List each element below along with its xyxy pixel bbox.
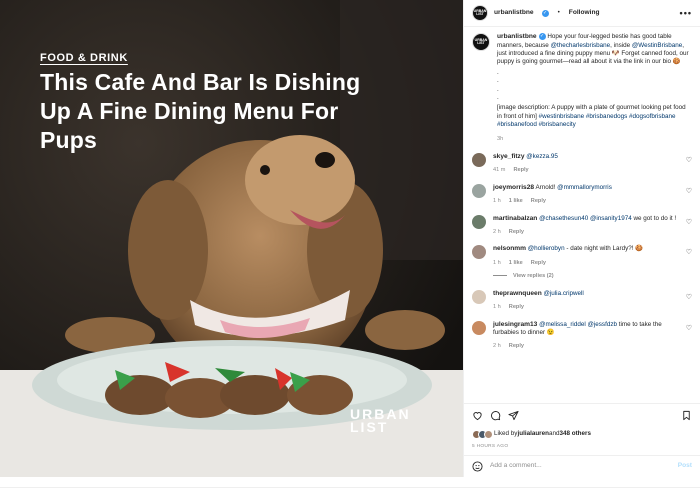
caption-dots: . . . . — [497, 68, 499, 102]
reply-button[interactable]: Reply — [531, 198, 546, 204]
likes-summary: Liked by julialauren and 348 others — [464, 427, 700, 441]
caption-mention[interactable]: @WestinBrisbane — [632, 42, 682, 49]
post-actions-bar — [464, 403, 700, 427]
add-comment-input[interactable]: Add a comment... — [490, 462, 542, 470]
comment-text: - date night with Lardy?! 🍪 — [564, 245, 644, 253]
likes-count[interactable]: 348 others — [559, 430, 591, 438]
caption-username[interactable]: urbanlistbne — [497, 33, 537, 40]
commenter-avatar[interactable] — [472, 245, 486, 260]
comment-text: we got to do it ! — [631, 214, 677, 222]
comment-mention[interactable]: @hollierobyn — [528, 245, 565, 252]
comment-username[interactable]: joeymorris28 — [493, 184, 534, 191]
commenter-avatar[interactable] — [472, 320, 486, 335]
commenter-avatar[interactable] — [472, 183, 486, 198]
comment-mention[interactable]: @kezza.95 — [526, 153, 558, 160]
verified-badge-icon: ✓ — [538, 33, 546, 40]
liker-username[interactable]: julialauren — [517, 430, 549, 438]
likes-prefix: Liked by — [494, 429, 518, 437]
post-image[interactable]: FOOD & DRINK This Cafe And Bar Is Dishin… — [0, 0, 463, 477]
liker-avatars[interactable] — [472, 429, 493, 439]
comment-likes[interactable]: 1 like — [509, 260, 523, 266]
commenter-avatar[interactable] — [472, 153, 486, 168]
comment-username[interactable]: julesingram13 — [493, 321, 537, 328]
save-bookmark-icon[interactable] — [681, 410, 692, 421]
verified-badge-icon: ✓ — [541, 9, 549, 17]
urban-list-logo: URBAN LIST — [350, 407, 411, 435]
comment-likes[interactable]: 1 like — [509, 198, 523, 204]
comment-mention[interactable]: @chasethesun40 — [539, 215, 588, 222]
comment-row: julesingram13 @melissa_riddel @jessfdzb … — [472, 320, 692, 351]
like-comment-heart-icon[interactable]: ♡ — [686, 325, 692, 333]
caption-mention[interactable]: @thecharlesbrisbane — [551, 42, 611, 49]
comment-username[interactable]: theprawnqueen — [493, 290, 542, 297]
reply-button[interactable]: Reply — [513, 167, 528, 173]
header-username[interactable]: urbanlistbne — [494, 9, 534, 17]
comment-time: 1 h — [493, 198, 501, 205]
comment-row: joeymorris28 Arnold! @mmmallorymorris 1 … — [472, 183, 692, 206]
reply-button[interactable]: Reply — [531, 260, 546, 266]
comment-time: 1 h — [493, 259, 501, 266]
header-separator: • — [557, 8, 560, 16]
commenter-avatar[interactable] — [472, 289, 486, 304]
logo-line-2: LIST — [350, 419, 389, 435]
caption-time: 3h — [497, 135, 504, 142]
comment-row: theprawnqueen @julia.cripwell 1 h Reply ♡ — [472, 289, 692, 312]
like-comment-heart-icon[interactable]: ♡ — [686, 157, 692, 165]
comment-text: Arnold! — [534, 183, 558, 191]
comment-row: skye_fitzy @kezza.95 41 m Reply ♡ — [472, 153, 692, 175]
comment-username[interactable]: skye_fitzy — [493, 153, 525, 160]
post-caption: URBAN LIST urbanlistbne ✓ Hope your four-l… — [472, 33, 692, 143]
reply-button[interactable]: Reply — [509, 229, 524, 235]
comment-time: 2 h — [493, 229, 501, 236]
more-options-icon[interactable]: ••• — [680, 8, 692, 17]
view-replies-button[interactable]: View replies (2) — [493, 272, 692, 280]
reply-button[interactable]: Reply — [509, 343, 524, 349]
comment-mention[interactable]: @mmmallorymorris — [557, 184, 612, 191]
post-comment-button[interactable]: Post — [678, 462, 692, 470]
comment-row: nelsonmm @hollierobyn - date night with … — [472, 245, 692, 267]
article-headline: This Cafe And Bar Is Dishing Up A Fine D… — [40, 69, 361, 153]
post-header: URBAN LIST urbanlistbne ✓ • Following ••… — [464, 0, 700, 27]
emoji-icon[interactable] — [472, 461, 483, 472]
following-button[interactable]: Following — [569, 9, 600, 17]
post-time-ago: 5 HOURS AGO — [472, 444, 509, 449]
caption-avatar[interactable]: URBAN LIST — [472, 33, 490, 51]
reply-button[interactable]: Reply — [509, 304, 524, 310]
comment-time: 41 m — [493, 167, 506, 174]
comment-icon[interactable] — [490, 410, 501, 421]
like-comment-heart-icon[interactable]: ♡ — [686, 249, 692, 257]
like-heart-icon[interactable] — [472, 410, 483, 421]
comment-row: martinabalzan @chasethesun40 @insanity19… — [472, 214, 692, 237]
post-side-panel: URBAN LIST urbanlistbne ✓ • Following ••… — [463, 0, 700, 477]
article-kicker: FOOD & DRINK — [40, 52, 128, 64]
like-comment-heart-icon[interactable]: ♡ — [686, 219, 692, 227]
like-comment-heart-icon[interactable]: ♡ — [686, 188, 692, 196]
commenter-avatar[interactable] — [472, 214, 486, 229]
comment-username[interactable]: martinabalzan — [493, 215, 537, 222]
comment-username[interactable]: nelsonmm — [493, 245, 526, 252]
comment-mention[interactable]: @jessfdzb — [587, 321, 617, 328]
comment-time: 2 h — [493, 343, 501, 350]
add-comment-bar: Add a comment... Post — [464, 455, 700, 477]
comment-mention[interactable]: @insanity1974 — [590, 215, 632, 222]
likes-mid: and — [548, 429, 560, 437]
profile-avatar[interactable]: URBAN LIST — [472, 5, 488, 21]
comment-time: 1 h — [493, 304, 501, 311]
comment-mention[interactable]: @julia.cripwell — [543, 290, 583, 297]
post-view: FOOD & DRINK This Cafe And Bar Is Dishin… — [0, 0, 700, 488]
share-icon[interactable] — [508, 410, 519, 421]
comment-mention[interactable]: @melissa_riddel — [539, 321, 586, 328]
comments-area[interactable]: URBAN LIST urbanlistbne ✓ Hope your four-l… — [464, 27, 700, 403]
like-comment-heart-icon[interactable]: ♡ — [686, 294, 692, 302]
caption-text: , inside — [610, 41, 632, 49]
